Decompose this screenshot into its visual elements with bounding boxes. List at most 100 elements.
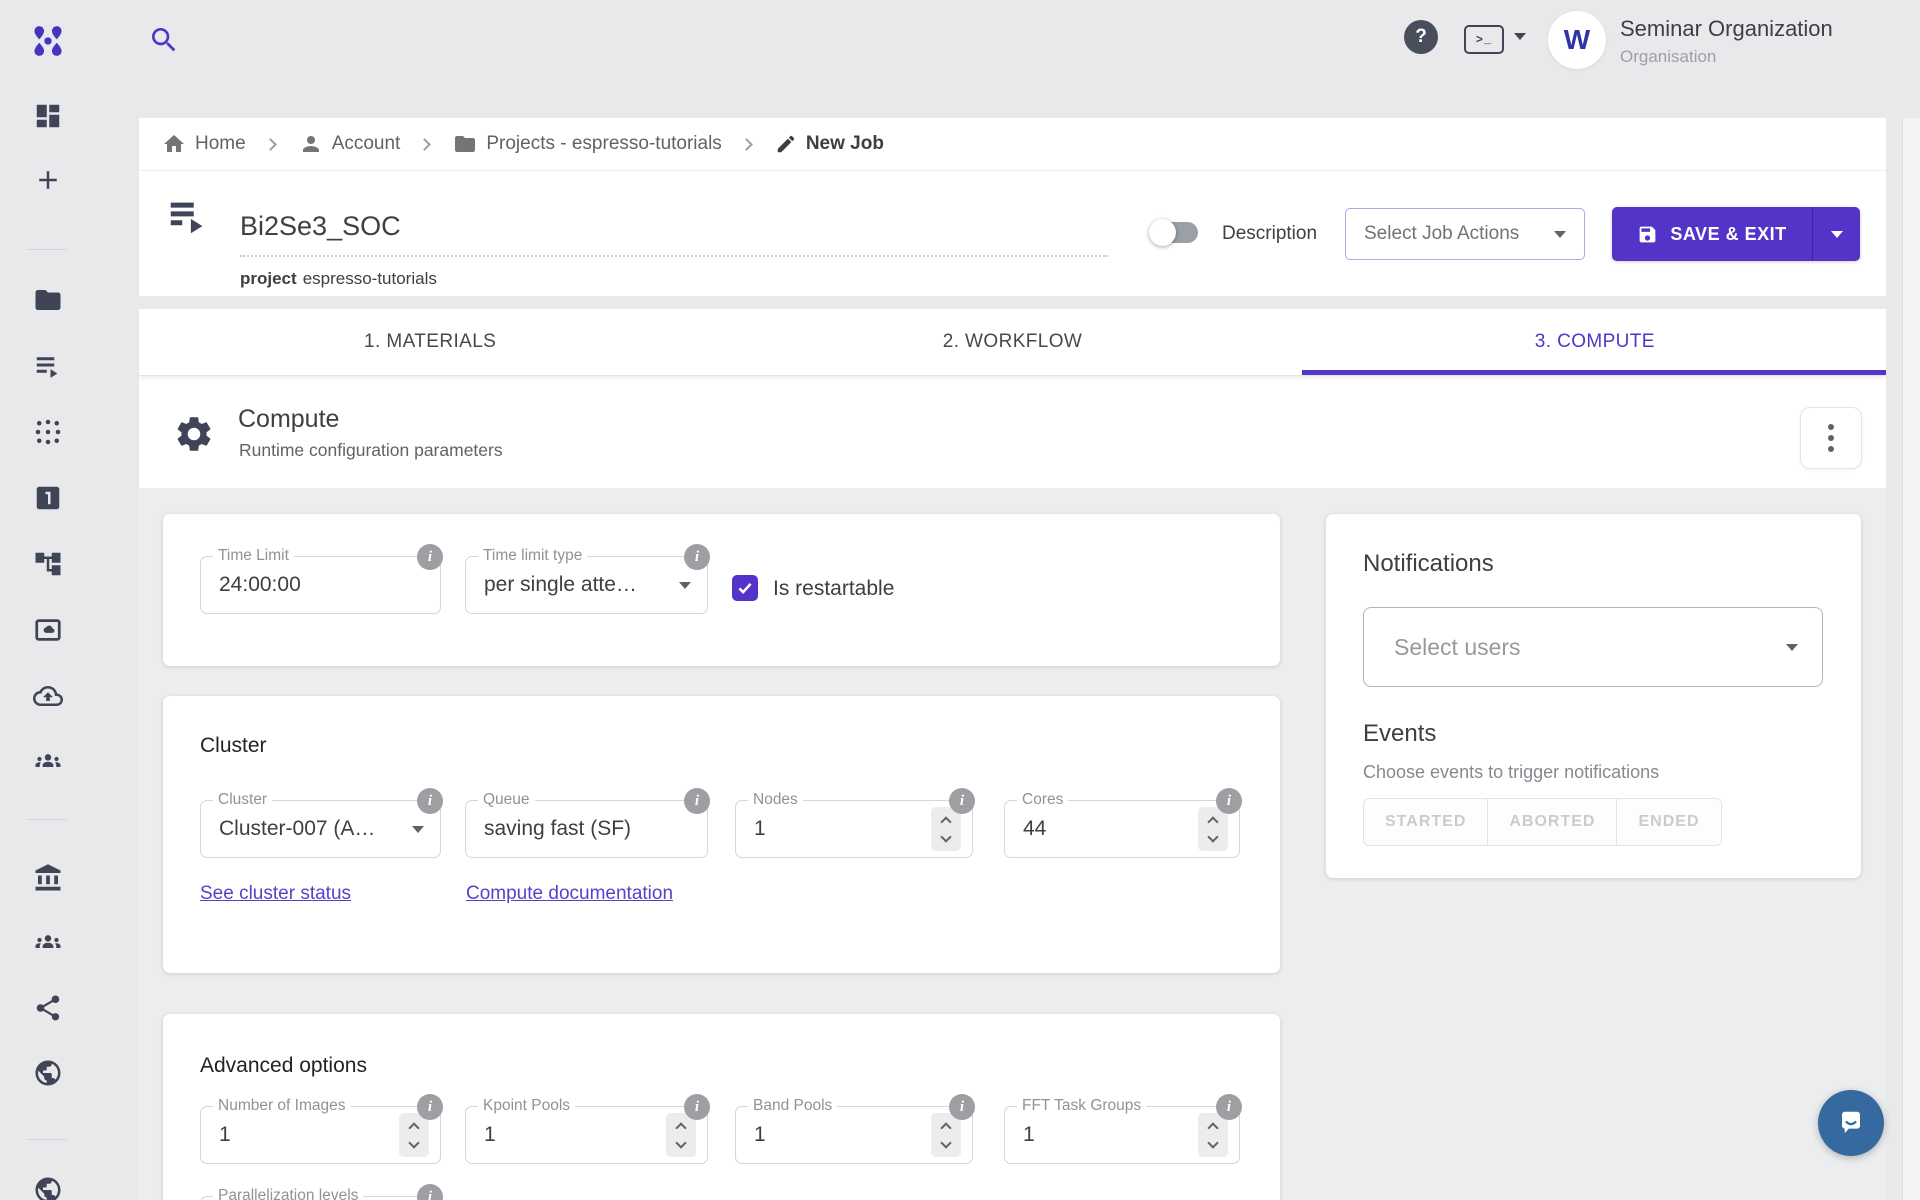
number-stepper[interactable] xyxy=(931,1113,961,1157)
sidebar-divider xyxy=(27,249,67,250)
info-icon[interactable]: i xyxy=(684,788,710,814)
event-aborted-button[interactable]: ABORTED xyxy=(1488,798,1617,846)
field-value: 1 xyxy=(754,1123,766,1147)
materials-atoms-icon[interactable] xyxy=(0,417,95,447)
breadcrumb-projects[interactable]: Projects - espresso-tutorials xyxy=(453,132,721,156)
cloud-upload-icon[interactable] xyxy=(0,681,95,711)
job-playlist-icon[interactable] xyxy=(165,193,211,239)
app-logo-icon[interactable] xyxy=(27,20,69,62)
sidebar-divider xyxy=(27,1139,67,1140)
info-icon[interactable]: i xyxy=(417,1094,443,1120)
number-stepper[interactable] xyxy=(666,1113,696,1157)
job-title[interactable]: Bi2Se3_SOC xyxy=(240,211,401,242)
event-started-button[interactable]: STARTED xyxy=(1363,798,1488,846)
cluster-select[interactable]: Cluster Cluster-007 (A… i xyxy=(200,800,441,858)
chevron-down-icon xyxy=(412,826,424,833)
number-stepper[interactable] xyxy=(1198,807,1228,851)
tab-compute[interactable]: 3. COMPUTE xyxy=(1304,309,1886,375)
runtime-card: Time Limit 24:00:00 i Time limit type pe… xyxy=(163,514,1280,666)
compute-documentation-link[interactable]: Compute documentation xyxy=(466,883,673,905)
chevron-down-icon xyxy=(675,1137,686,1148)
number-of-images-stepper[interactable]: Number of Images 1 i xyxy=(200,1106,441,1164)
project-label: project xyxy=(240,269,297,288)
field-value: Cluster-007 (A… xyxy=(219,817,375,841)
kpoint-pools-stepper[interactable]: Kpoint Pools 1 i xyxy=(465,1106,708,1164)
events-heading: Events xyxy=(1363,720,1436,748)
job-project-line: projectespresso-tutorials xyxy=(240,269,437,289)
public-globe-icon[interactable] xyxy=(0,1058,95,1088)
check-icon xyxy=(736,579,754,597)
field-value: per single atte… xyxy=(484,573,637,597)
queue-field[interactable]: Queue saving fast (SF) i xyxy=(465,800,708,858)
breadcrumb-home[interactable]: Home xyxy=(162,132,246,156)
organization-bank-icon[interactable] xyxy=(0,863,95,893)
workflows-tree-icon[interactable] xyxy=(0,549,95,579)
chevron-up-icon xyxy=(940,1122,951,1133)
terminal-chevron-down-icon[interactable] xyxy=(1514,33,1526,40)
info-icon[interactable]: i xyxy=(417,544,443,570)
scrollbar[interactable] xyxy=(1902,118,1920,1200)
info-icon[interactable]: i xyxy=(1216,1094,1242,1120)
save-exit-button[interactable]: SAVE & EXIT xyxy=(1612,207,1860,261)
field-value: 1 xyxy=(754,817,766,841)
field-label: Cluster xyxy=(213,791,272,809)
add-icon[interactable] xyxy=(0,165,95,195)
looks-one-icon[interactable] xyxy=(0,483,95,513)
chevron-down-icon xyxy=(1554,231,1566,238)
field-label: Nodes xyxy=(748,791,803,809)
select-users-dropdown[interactable]: Select users xyxy=(1363,607,1823,687)
is-restartable-checkbox[interactable] xyxy=(732,575,758,601)
info-icon[interactable]: i xyxy=(417,788,443,814)
breadcrumb: Home Account Projects - espresso-tutoria… xyxy=(139,118,1886,171)
field-label: Number of Images xyxy=(213,1097,351,1115)
cores-stepper[interactable]: Cores 44 i xyxy=(1004,800,1240,858)
team-group-icon[interactable] xyxy=(0,747,95,777)
info-icon[interactable]: i xyxy=(949,1094,975,1120)
time-limit-type-select[interactable]: Time limit type per single atte… i xyxy=(465,556,708,614)
share-icon[interactable] xyxy=(0,993,95,1023)
nodes-stepper[interactable]: Nodes 1 i xyxy=(735,800,973,858)
wallpaper-image-icon[interactable] xyxy=(0,615,95,645)
chat-icon xyxy=(1833,1105,1869,1141)
section-menu-button[interactable] xyxy=(1800,407,1862,469)
save-dropdown-button[interactable] xyxy=(1812,207,1860,261)
avatar[interactable]: W xyxy=(1548,11,1606,69)
gear-icon xyxy=(173,413,215,455)
chevron-right-icon xyxy=(418,138,431,151)
help-icon[interactable]: ? xyxy=(1404,20,1438,54)
info-icon[interactable]: i xyxy=(684,544,710,570)
projects-folder-icon[interactable] xyxy=(0,285,95,315)
band-pools-stepper[interactable]: Band Pools 1 i xyxy=(735,1106,973,1164)
chat-bubble-button[interactable] xyxy=(1818,1090,1884,1156)
cluster-status-link[interactable]: See cluster status xyxy=(200,883,351,905)
number-stepper[interactable] xyxy=(931,807,961,851)
description-toggle[interactable] xyxy=(1152,222,1198,243)
info-icon[interactable]: i xyxy=(684,1094,710,1120)
info-icon[interactable]: i xyxy=(417,1184,443,1200)
field-label: Time limit type xyxy=(478,547,587,565)
number-stepper[interactable] xyxy=(399,1113,429,1157)
fft-task-groups-stepper[interactable]: FFT Task Groups 1 i xyxy=(1004,1106,1240,1164)
search-icon[interactable] xyxy=(148,24,180,56)
tab-materials[interactable]: 1. MATERIALS xyxy=(139,309,721,375)
tab-workflow[interactable]: 2. WORKFLOW xyxy=(721,309,1303,375)
time-limit-field[interactable]: Time Limit 24:00:00 i xyxy=(200,556,441,614)
field-label: Time Limit xyxy=(213,547,294,565)
chevron-right-icon xyxy=(264,138,277,151)
info-icon[interactable]: i xyxy=(1216,788,1242,814)
notifications-heading: Notifications xyxy=(1363,550,1494,578)
breadcrumb-label: Account xyxy=(332,133,401,155)
terminal-icon[interactable]: >_ xyxy=(1464,25,1504,54)
section-title: Compute xyxy=(238,405,339,434)
dashboard-icon[interactable] xyxy=(0,101,95,131)
info-icon[interactable]: i xyxy=(949,788,975,814)
parallelization-levels-field[interactable]: Parallelization levels i xyxy=(200,1196,441,1200)
event-ended-button[interactable]: ENDED xyxy=(1617,798,1721,846)
breadcrumb-account[interactable]: Account xyxy=(299,132,401,156)
jobs-playlist-icon[interactable] xyxy=(0,351,95,381)
members-group-icon[interactable] xyxy=(0,928,95,958)
chevron-right-icon xyxy=(740,138,753,151)
language-globe-icon[interactable] xyxy=(0,1175,95,1200)
job-actions-select[interactable]: Select Job Actions xyxy=(1345,208,1585,260)
number-stepper[interactable] xyxy=(1198,1113,1228,1157)
